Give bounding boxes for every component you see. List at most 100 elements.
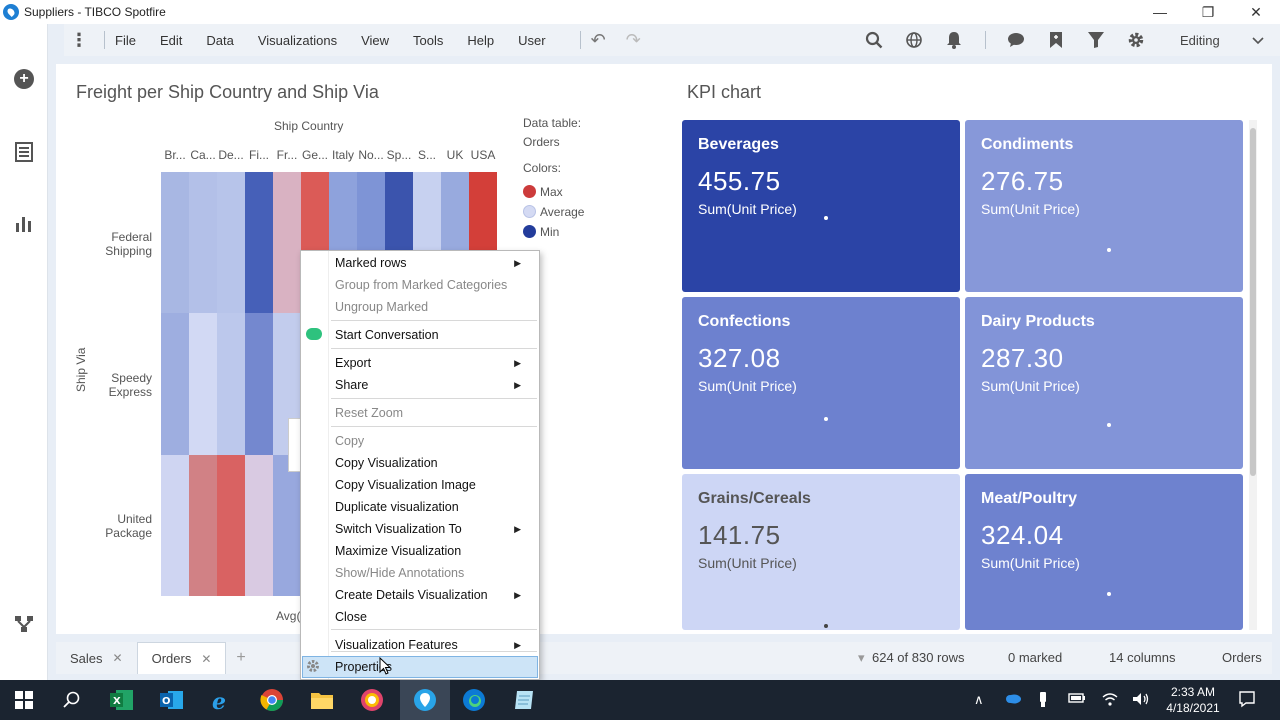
tab-sales[interactable]: Sales ✕ bbox=[56, 642, 137, 674]
status-table[interactable]: Orders bbox=[1222, 650, 1262, 665]
onedrive-icon[interactable] bbox=[1004, 692, 1022, 707]
search-icon[interactable] bbox=[854, 24, 894, 56]
tab-orders[interactable]: Orders ✕ bbox=[136, 642, 227, 674]
context-menu-item[interactable]: Share ▶ bbox=[335, 375, 531, 395]
context-menu-item-label: Group from Marked Categories bbox=[335, 278, 508, 292]
legend-colors-label: Colors: bbox=[523, 161, 562, 175]
add-page-button[interactable]: + bbox=[236, 649, 245, 667]
data-table-icon[interactable] bbox=[14, 142, 34, 162]
menu-view[interactable]: View bbox=[361, 33, 389, 48]
comments-icon[interactable] bbox=[996, 24, 1036, 56]
column-label: Sp... bbox=[386, 148, 412, 162]
visualization-icon[interactable] bbox=[14, 214, 34, 234]
kpi-tile[interactable]: Dairy Products 287.30 Sum(Unit Price) bbox=[965, 297, 1243, 469]
status-marked: 0 marked bbox=[1008, 650, 1063, 665]
close-window-button[interactable]: ✕ bbox=[1232, 0, 1280, 24]
data-canvas-icon[interactable] bbox=[14, 614, 34, 634]
heatmap-cell[interactable] bbox=[245, 313, 273, 456]
menu-visualizations[interactable]: Visualizations bbox=[258, 33, 337, 48]
taskbar-search-icon[interactable] bbox=[58, 686, 86, 714]
heatmap-cell[interactable] bbox=[189, 313, 217, 456]
color-axis-label[interactable]: Avg( bbox=[276, 609, 300, 623]
spotfire-taskbar-icon[interactable] bbox=[411, 686, 439, 714]
outlook-icon[interactable]: O bbox=[158, 686, 186, 714]
heatmap-cell[interactable] bbox=[217, 313, 245, 456]
menu-data[interactable]: Data bbox=[206, 33, 233, 48]
edge-icon[interactable] bbox=[460, 686, 488, 714]
chrome-icon[interactable] bbox=[258, 686, 286, 714]
context-menu-item[interactable]: Start Conversation bbox=[335, 325, 531, 345]
windows-start-icon[interactable] bbox=[10, 686, 38, 714]
settings-gear-icon[interactable] bbox=[1116, 24, 1156, 56]
y-axis-title[interactable]: Ship Via bbox=[74, 332, 88, 392]
menu-file[interactable]: File bbox=[115, 33, 136, 48]
kpi-tile[interactable]: Beverages 455.75 Sum(Unit Price) bbox=[682, 120, 960, 292]
context-menu-item[interactable]: Maximize Visualization bbox=[335, 541, 531, 561]
heatmap-cell[interactable] bbox=[245, 172, 273, 314]
kpi-tile[interactable]: Grains/Cereals 141.75 Sum(Unit Price) bbox=[682, 474, 960, 630]
context-menu-item[interactable]: Visualization Features ▶ bbox=[335, 635, 531, 655]
filter-icon[interactable] bbox=[1076, 24, 1116, 56]
close-tab-icon[interactable]: ✕ bbox=[201, 652, 211, 666]
context-menu-item[interactable]: Create Details Visualization ▶ bbox=[335, 585, 531, 605]
kpi-tile[interactable]: Condiments 276.75 Sum(Unit Price) bbox=[965, 120, 1243, 292]
menu-user[interactable]: User bbox=[518, 33, 545, 48]
heatmap-cell[interactable] bbox=[217, 454, 245, 597]
minimize-button[interactable]: — bbox=[1136, 0, 1184, 24]
context-menu-item[interactable]: Close bbox=[335, 607, 531, 627]
notepad-icon[interactable] bbox=[510, 686, 538, 714]
menu-help[interactable]: Help bbox=[467, 33, 494, 48]
volume-icon[interactable] bbox=[1132, 692, 1150, 709]
wifi-icon[interactable] bbox=[1102, 692, 1118, 709]
kpi-sparkline-dot bbox=[1107, 423, 1111, 427]
heatmap-cell[interactable] bbox=[273, 172, 301, 314]
context-menu-item[interactable]: Copy Visualization bbox=[335, 453, 531, 473]
context-menu-item: Copy bbox=[335, 431, 531, 451]
context-menu-item[interactable]: Export ▶ bbox=[335, 353, 531, 373]
action-center-icon[interactable] bbox=[1238, 690, 1256, 711]
heatmap-cell[interactable] bbox=[161, 172, 189, 314]
x-axis-title[interactable]: Ship Country bbox=[274, 119, 343, 133]
heatmap-cell[interactable] bbox=[273, 454, 301, 597]
status-chevron-icon[interactable]: ▾ bbox=[858, 650, 865, 666]
kpi-value: 276.75 bbox=[981, 166, 1064, 196]
context-menu-separator bbox=[331, 348, 537, 349]
mode-dropdown[interactable]: Editing bbox=[1170, 28, 1270, 52]
context-menu-item[interactable]: Copy Visualization Image bbox=[335, 475, 531, 495]
kpi-tile[interactable]: Confections 327.08 Sum(Unit Price) bbox=[682, 297, 960, 469]
context-menu-item[interactable]: Properties bbox=[335, 657, 531, 677]
colorful-app-icon[interactable] bbox=[358, 686, 386, 714]
undo-icon[interactable]: ↶ bbox=[591, 30, 606, 51]
kpi-scrollbar-thumb[interactable] bbox=[1250, 128, 1256, 476]
add-icon[interactable]: + bbox=[14, 69, 34, 89]
tray-chevron-icon[interactable]: ∧ bbox=[974, 692, 984, 708]
usb-icon[interactable] bbox=[1038, 692, 1048, 711]
column-label: Ge... bbox=[301, 148, 328, 162]
heatmap-cell[interactable] bbox=[161, 313, 189, 456]
window-titlebar: Suppliers - TIBCO Spotfire — ❐ ✕ bbox=[0, 0, 1280, 24]
battery-icon[interactable] bbox=[1068, 692, 1086, 707]
notification-bell-icon[interactable] bbox=[934, 24, 974, 56]
heatmap-cell[interactable] bbox=[189, 454, 217, 597]
menu-edit[interactable]: Edit bbox=[160, 33, 182, 48]
heatmap-cell[interactable] bbox=[189, 172, 217, 314]
context-menu-item[interactable]: Switch Visualization To ▶ bbox=[335, 519, 531, 539]
file-explorer-icon[interactable] bbox=[308, 686, 336, 714]
globe-icon[interactable] bbox=[894, 24, 934, 56]
more-options-icon[interactable]: ⋮ bbox=[64, 30, 94, 51]
internet-explorer-icon[interactable]: e bbox=[208, 686, 236, 714]
heatmap-cell[interactable] bbox=[161, 454, 189, 597]
bookmark-icon[interactable] bbox=[1036, 24, 1076, 56]
redo-icon[interactable]: ↷ bbox=[626, 30, 641, 51]
excel-icon[interactable]: X bbox=[108, 686, 136, 714]
menu-tools[interactable]: Tools bbox=[413, 33, 443, 48]
heatmap-cell[interactable] bbox=[217, 172, 245, 314]
context-menu-item[interactable]: Marked rows ▶ bbox=[335, 253, 531, 273]
maximize-button[interactable]: ❐ bbox=[1184, 0, 1232, 24]
legend-data-table-value[interactable]: Orders bbox=[523, 135, 560, 149]
heatmap-cell[interactable] bbox=[245, 454, 273, 597]
context-menu-item[interactable]: Duplicate visualization bbox=[335, 497, 531, 517]
taskbar-clock[interactable]: 2:33 AM 4/18/2021 bbox=[1158, 684, 1228, 716]
kpi-tile[interactable]: Meat/Poultry 324.04 Sum(Unit Price) bbox=[965, 474, 1243, 630]
close-tab-icon[interactable]: ✕ bbox=[113, 651, 123, 665]
